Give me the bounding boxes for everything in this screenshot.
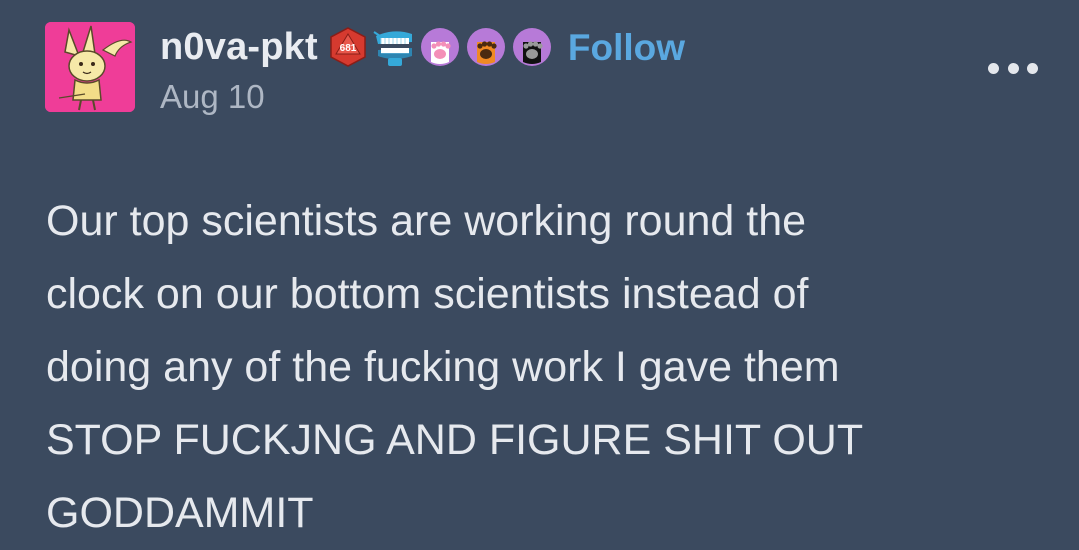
post-body-line: doing any of the fucking work I gave the… — [46, 343, 840, 391]
post-body-line: clock on our bottom scientists instead o… — [46, 270, 809, 318]
orange-paw-icon[interactable] — [464, 25, 508, 69]
post-date[interactable]: Aug 10 — [160, 80, 265, 113]
follow-button[interactable]: Follow — [568, 29, 685, 66]
black-paw-icon[interactable] — [510, 25, 554, 69]
post: n0va-pkt 681 Follow Aug 10 Our top scien… — [0, 0, 1079, 549]
post-body-line: GODDAMMIT — [46, 489, 314, 537]
chattering-teeth-icon[interactable] — [372, 25, 416, 69]
post-body-line: STOP FUCKJNG AND FIGURE SHIT OUT — [46, 416, 864, 464]
username[interactable]: n0va-pkt — [160, 28, 318, 66]
more-options-icon[interactable] — [988, 58, 1038, 78]
more-dot — [988, 62, 999, 74]
post-header: n0va-pkt 681 Follow — [160, 22, 685, 72]
post-body-line: Our top scientists are working round the — [46, 197, 807, 245]
red-d20-dice-icon[interactable]: 681 — [326, 25, 370, 69]
pink-paw-icon[interactable] — [418, 25, 462, 69]
more-dot — [1027, 62, 1038, 74]
post-body: Our top scientists are working round the… — [46, 185, 1056, 550]
avatar[interactable] — [45, 22, 135, 112]
more-dot — [1007, 62, 1019, 74]
dice-number: 681 — [340, 43, 357, 54]
badge-list: 681 — [326, 25, 556, 69]
